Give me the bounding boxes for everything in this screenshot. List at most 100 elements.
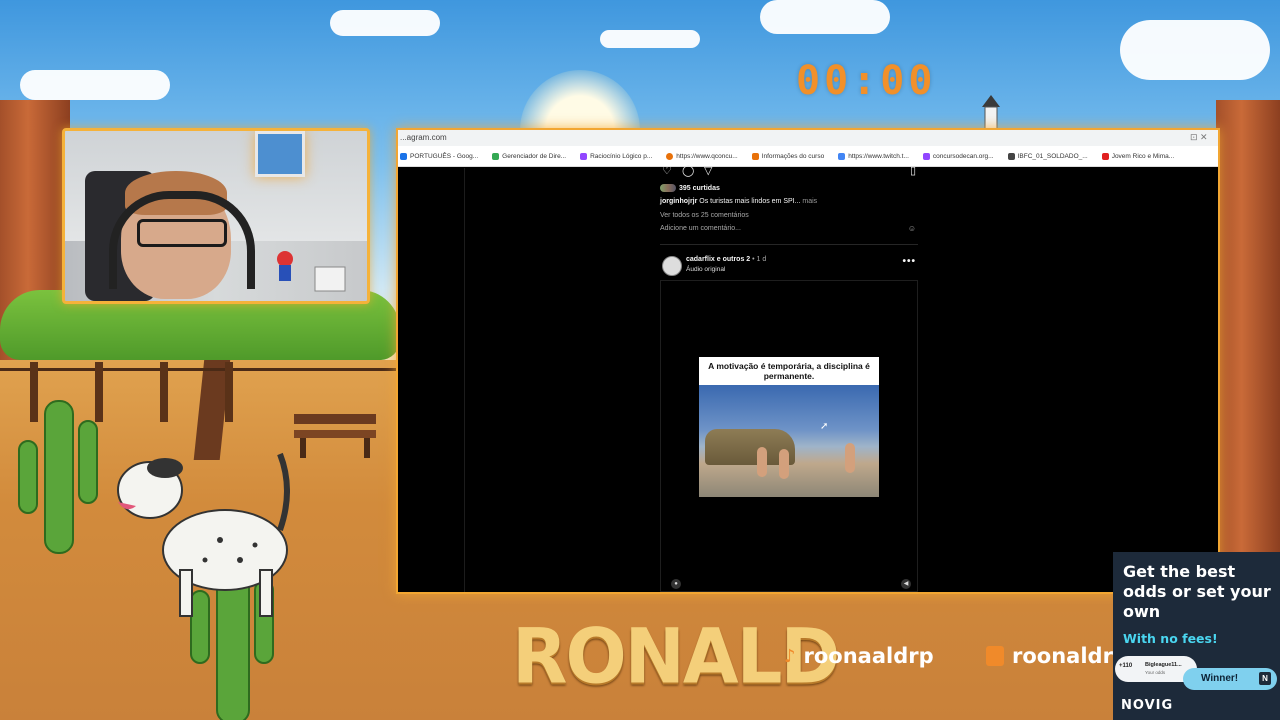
like-icon[interactable]: ♡ [662, 164, 672, 177]
odds-value: +110 [1119, 663, 1133, 669]
bookmark-label: concursodecan.org... [932, 152, 994, 160]
fence-post [160, 362, 168, 422]
runner-figure [757, 447, 767, 477]
webcam-feed [62, 128, 370, 304]
cloud [1120, 20, 1270, 80]
fence-post [30, 362, 38, 422]
headset [109, 191, 255, 289]
url-text[interactable]: ...agram.com [400, 133, 447, 142]
ad-winner-badge: Winner! N [1183, 668, 1277, 690]
tagged-user-icon[interactable]: ● [671, 579, 681, 589]
post-time: • 1 d [752, 256, 767, 263]
bookmark-label: Jovem Rico e Mima... [1111, 152, 1175, 160]
post-audio[interactable]: Áudio original [686, 266, 725, 273]
save-icon[interactable]: ▯ [910, 164, 916, 177]
bookmark-item[interactable]: Informações do curso [751, 152, 825, 160]
ad-headline: Get the best odds or set your own [1123, 562, 1271, 621]
bookmark-label: Raciocínio Lógico p... [590, 152, 653, 160]
bookmark-label: https://www.twitch.t... [848, 152, 909, 160]
fence-post [95, 362, 103, 422]
bookmark-item[interactable]: https://www.twitch.t... [838, 152, 909, 160]
bookmark-item[interactable]: Gerenciador de Dire... [492, 152, 567, 160]
bookmark-label: https://www.qconcu... [676, 152, 738, 160]
stream-timer: 00:00 [796, 58, 937, 104]
twitch-handle: roonaldrp [986, 644, 1128, 668]
likes-count[interactable]: 395 curtidas [660, 184, 720, 192]
bookmark-label: IBFC_01_SOLDADO_... [1017, 152, 1088, 160]
bookmark-label: Gerenciador de Dire... [502, 152, 567, 160]
bookmark-favicon-icon [1007, 152, 1015, 160]
post-author[interactable]: cadarflix e outros 2 • 1 d [686, 256, 766, 263]
post-username[interactable]: cadarflix e outros 2 [686, 256, 750, 263]
tiktok-handle-text: roonaaldrp [803, 644, 934, 668]
post-caption: jorginhojrjr Os turistas mais lindos em … [660, 198, 817, 205]
cloud [20, 70, 170, 100]
twitch-icon [986, 646, 1004, 666]
address-bar[interactable]: ...agram.com ⊡ ✕ [398, 130, 1218, 146]
bookmark-item[interactable]: https://www.qconcu... [666, 152, 738, 160]
tiktok-icon: ♪ [784, 645, 796, 667]
more-options-icon[interactable]: ••• [902, 256, 916, 267]
post-media[interactable]: A motivação é temporária, a disciplina é… [660, 280, 918, 592]
mouse-cursor-icon: ➚ [820, 421, 829, 432]
fence-post [225, 362, 233, 422]
runner-figure [845, 443, 855, 473]
add-comment-input[interactable]: Adicione um comentário... [660, 225, 741, 232]
bookmark-item[interactable]: Jovem Rico e Mima... [1101, 152, 1175, 160]
cloud [760, 0, 890, 34]
caption-more-link[interactable]: mais [802, 198, 817, 205]
tiktok-handle: ♪ roonaaldrp [784, 644, 934, 668]
cactus [78, 420, 98, 504]
emoji-icon[interactable]: ☺ [908, 224, 916, 233]
webcam-window [255, 131, 305, 177]
odds-hint: Your odds [1145, 670, 1166, 675]
bookmark-item[interactable]: IBFC_01_SOLDADO_... [1007, 152, 1088, 160]
ad-subline: With no fees! [1123, 631, 1218, 646]
comment-icon[interactable]: ◯ [682, 164, 694, 177]
ad-brand: NOVIG [1121, 698, 1174, 713]
volume-icon[interactable]: ◀ [901, 579, 911, 589]
caption-text: Os turistas mais lindos em SPI... [699, 198, 801, 205]
twitch-handle-text: roonaldrp [1012, 644, 1128, 668]
avatar[interactable] [662, 256, 682, 276]
mesa-rock-right [1216, 100, 1280, 560]
sidebar-divider [464, 168, 465, 592]
post-divider [660, 244, 918, 245]
liker-avatars [660, 184, 676, 192]
meme-photo [699, 385, 879, 497]
likes-text: 395 curtidas [679, 184, 720, 192]
post-actions: ♡ ◯ ▽ ▯ [660, 164, 918, 177]
caption-username[interactable]: jorginhojrjr [660, 198, 697, 205]
bookmark-item[interactable]: concursodecan.org... [922, 152, 994, 160]
cloud [600, 30, 700, 48]
lighthouse-icon [982, 95, 1000, 131]
instagram-page: ♡ ◯ ▽ ▯ 395 curtidas jorginhojrjr Os tur… [398, 165, 1218, 592]
bookmark-favicon-icon [492, 152, 500, 160]
winner-label: Winner! [1201, 673, 1239, 684]
sponsor-ad[interactable]: Get the best odds or set your own With n… [1113, 552, 1280, 720]
bench [294, 414, 376, 458]
bookmark-favicon-icon [838, 152, 846, 160]
bookmark-favicon-icon [922, 152, 930, 160]
cloud [330, 10, 440, 36]
instagram-feed: ♡ ◯ ▽ ▯ 395 curtidas jorginhojrjr Os tur… [660, 165, 918, 592]
bookmark-favicon-icon [1101, 152, 1109, 160]
bookmark-favicon-icon [580, 152, 588, 160]
post-header: cadarflix e outros 2 • 1 d Áudio origina… [660, 254, 918, 278]
bookmark-item[interactable]: Raciocínio Lógico p... [580, 152, 653, 160]
bookmark-favicon-icon [400, 152, 407, 160]
bookmark-label: Informações do curso [761, 152, 825, 160]
dog-illustration [117, 452, 290, 617]
bookmark-favicon-icon [751, 152, 759, 160]
bookmark-item[interactable]: PORTUGUÊS - Goog... [400, 152, 479, 160]
window-controls-icon[interactable]: ⊡ ✕ [1190, 133, 1210, 142]
meme-image: A motivação é temporária, a disciplina é… [699, 357, 879, 497]
browser-window: ...agram.com ⊡ ✕ PORTUGUÊS - Goog... Ger… [396, 128, 1220, 594]
odds-user: Bigleague11... [1145, 662, 1182, 668]
bookmark-label: PORTUGUÊS - Goog... [410, 152, 479, 160]
share-icon[interactable]: ▽ [704, 164, 712, 177]
view-comments-link[interactable]: Ver todos os 25 comentários [660, 212, 749, 219]
runner-figure [779, 449, 789, 479]
cactus [44, 400, 74, 554]
novig-icon: N [1259, 672, 1271, 685]
